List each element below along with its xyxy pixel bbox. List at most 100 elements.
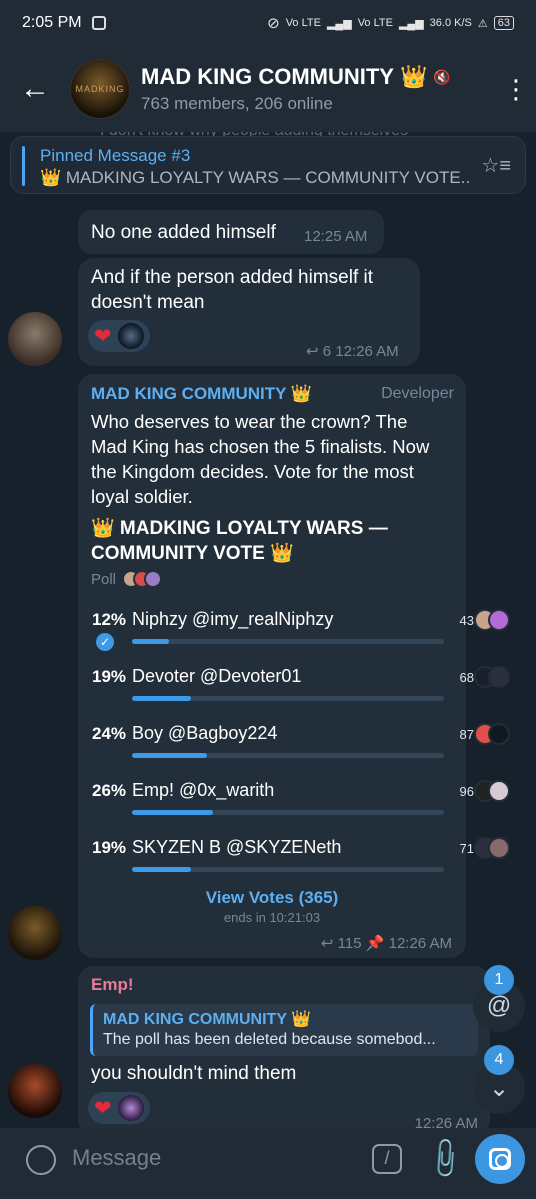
back-arrow-icon[interactable]: ← — [0, 72, 70, 106]
poll-option-count: 87 — [459, 727, 474, 742]
avatar-label: MADKING — [75, 84, 125, 94]
pin-list-icon[interactable]: ☆≡ — [481, 153, 511, 178]
message-input[interactable]: Message — [72, 1145, 161, 1171]
message-text: No one added himself — [91, 222, 276, 243]
message-bubble-1[interactable]: No one added himself 12:25 AM — [78, 210, 384, 254]
reply-count: 6 — [322, 343, 332, 360]
poll-option-count: 43 — [459, 613, 474, 628]
poll-option-bar — [132, 753, 207, 758]
poll-voter-avatars — [122, 570, 163, 588]
reactions[interactable]: ❤ — [88, 320, 150, 352]
quote-sender: MAD KING COMMUNITY 👑 — [103, 1011, 312, 1028]
alert-icon: ⚠ — [477, 17, 488, 30]
crown-emoji: 👑 — [399, 64, 428, 89]
message-text: you shouldn't mind them — [91, 1063, 297, 1084]
poll-option-bar — [132, 696, 191, 701]
signal-icon: ▂▄▆ — [326, 17, 352, 30]
network-left: Vo LTE — [285, 17, 321, 29]
group-avatar[interactable]: MADKING — [70, 59, 130, 119]
poll-option-bar — [132, 639, 169, 644]
poll-option-name: Emp! @0x_warith — [132, 780, 275, 800]
poll-question: 👑 MADKING LOYALTY WARS — COMMUNITY VOTE … — [91, 518, 388, 564]
message-meta: ↩ 6 12:26 AM — [306, 342, 399, 360]
poll-option-bar — [132, 867, 191, 872]
poll-options: 12% Niphzy @imy_realNiphzy 43 ✓ 19% Devoter @… — [78, 604, 510, 894]
poll-type-label: Poll — [91, 570, 117, 588]
pinned-message-bar[interactable]: Pinned Message #3 👑 MADKING LOYALTY WARS… — [10, 136, 526, 194]
camera-icon — [489, 1148, 511, 1170]
poll-option-percent: 24% — [92, 724, 127, 743]
channel-avatar[interactable] — [8, 906, 62, 960]
poll-option[interactable]: 12% Niphzy @imy_realNiphzy 43 ✓ — [92, 604, 510, 654]
reactor-avatar — [117, 1095, 144, 1121]
pinned-indicator — [22, 146, 25, 186]
view-votes-link[interactable]: View Votes (365) — [78, 888, 466, 908]
poll-option-name: Devoter @Devoter01 — [132, 666, 302, 686]
camera-button[interactable] — [475, 1134, 525, 1184]
battery-level: 63 — [493, 16, 514, 30]
message-time: 12:26 AM — [388, 935, 452, 952]
notification-icon — [91, 16, 106, 30]
signal-icon-2: ▂▄▆ — [398, 17, 424, 30]
poll-option-percent: 26% — [92, 781, 127, 800]
message-text: And if the person added himself it doesn… — [91, 267, 374, 313]
mention-badge: 1 — [484, 965, 514, 995]
attach-icon[interactable]: 📎 — [421, 1135, 469, 1183]
bot-command-icon[interactable]: / — [372, 1144, 402, 1174]
quoted-message[interactable]: MAD KING COMMUNITY 👑 The poll has been d… — [90, 1004, 478, 1056]
message-bubble-2[interactable]: And if the person added himself it doesn… — [78, 258, 420, 366]
more-options-icon[interactable]: ⋮ — [496, 76, 536, 102]
poll-sender: MAD KING COMMUNITY 👑 — [91, 384, 313, 403]
reactions[interactable]: ❤ — [88, 1092, 150, 1124]
group-title: MAD KING COMMUNITY — [141, 64, 394, 89]
poll-option-name: SKYZEN B @SKYZENeth — [132, 837, 342, 857]
poll-label: Poll — [91, 570, 163, 588]
header-info[interactable]: MAD KING COMMUNITY 👑 🔇 763 members, 206 … — [141, 64, 496, 114]
poll-option-name: Niphzy @imy_realNiphzy — [132, 609, 334, 629]
poll-message-bubble[interactable]: MAD KING COMMUNITY 👑 Developer Who deser… — [78, 374, 510, 958]
chat-header: ← MADKING MAD KING COMMUNITY 👑 🔇 763 mem… — [0, 46, 536, 132]
heart-reaction-icon: ❤ — [94, 324, 112, 348]
status-bar: 2:05 PM ⊘ Vo LTE ▂▄▆ Vo LTE ▂▄▆ 36.0 K/S… — [0, 0, 536, 46]
poll-option-count: 68 — [459, 670, 474, 685]
poll-option-voters — [474, 837, 510, 859]
unread-badge: 4 — [484, 1045, 514, 1075]
emoji-icon[interactable] — [26, 1145, 56, 1175]
poll-meta: ↩ 115 📌 12:26 AM — [321, 934, 452, 952]
pinned-title: Pinned Message #3 — [40, 146, 191, 165]
user-avatar-emp[interactable] — [8, 1064, 62, 1118]
muted-icon: 🔇 — [433, 68, 451, 85]
dnd-icon: ⊘ — [267, 15, 280, 32]
poll-option-percent: 19% — [92, 667, 127, 686]
message-bubble-3[interactable]: Emp! MAD KING COMMUNITY 👑 The poll has b… — [78, 966, 490, 1136]
message-composer: Message / 📎 — [0, 1128, 536, 1199]
poll-option-voters — [474, 609, 510, 631]
message-sender: Emp! — [91, 975, 134, 994]
poll-sender-role: Developer — [381, 385, 454, 402]
poll-option[interactable]: 19% SKYZEN B @SKYZENeth 71 — [92, 832, 510, 882]
message-time: 12:26 AM — [335, 343, 399, 360]
reactor-avatar — [117, 323, 144, 349]
heart-reaction-icon: ❤ — [94, 1096, 112, 1120]
poll-option-percent: 19% — [92, 838, 127, 857]
poll-option[interactable]: 24% Boy @Bagboy224 87 — [92, 718, 510, 768]
poll-option-percent: 12% — [92, 610, 127, 629]
poll-option-voters — [474, 780, 510, 802]
quote-text: The poll has been deleted because somebo… — [103, 1031, 436, 1048]
poll-option-count: 71 — [459, 841, 474, 856]
status-time: 2:05 PM — [22, 14, 82, 31]
message-time: 12:25 AM — [304, 228, 368, 245]
pinned-text: 👑 MADKING LOYALTY WARS — COMMUNITY VOTE.… — [40, 168, 470, 187]
reply-icon: ↩ — [306, 343, 319, 360]
poll-option-count: 96 — [459, 784, 474, 799]
poll-option[interactable]: 19% Devoter @Devoter01 68 — [92, 661, 510, 711]
reply-icon: ↩ — [320, 935, 334, 952]
poll-body: Who deserves to wear the crown? The Mad … — [91, 411, 430, 507]
poll-option-bar — [132, 810, 213, 815]
reply-count: 115 — [337, 935, 362, 952]
poll-option[interactable]: 26% Emp! @0x_warith 96 — [92, 775, 510, 825]
poll-option-voters — [474, 666, 510, 688]
poll-option-name: Boy @Bagboy224 — [132, 723, 278, 743]
check-icon: ✓ — [96, 633, 114, 651]
user-avatar[interactable] — [8, 312, 62, 366]
